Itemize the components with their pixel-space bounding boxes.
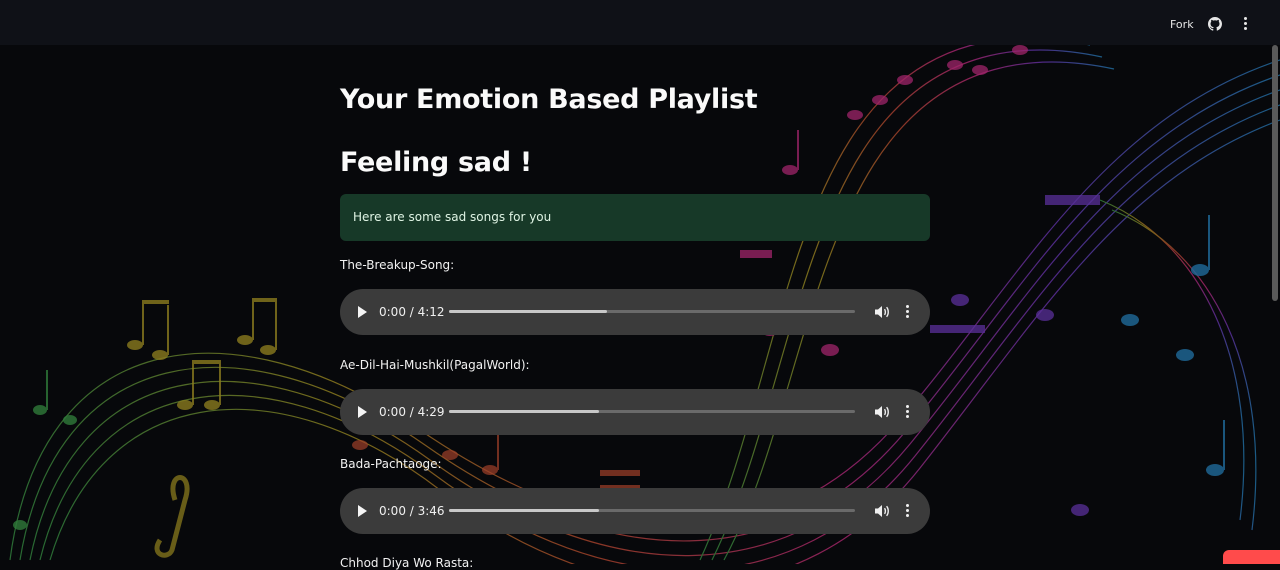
more-options-icon[interactable] xyxy=(905,504,911,518)
seek-fill xyxy=(449,509,600,512)
play-icon[interactable] xyxy=(358,306,367,318)
more-options-icon[interactable] xyxy=(905,305,911,319)
audio-player[interactable]: 0:00 / 3:46 xyxy=(340,488,930,534)
play-icon[interactable] xyxy=(358,505,367,517)
audio-player[interactable]: 0:00 / 4:29 xyxy=(340,389,930,435)
github-icon[interactable] xyxy=(1208,17,1222,31)
more-options-icon[interactable] xyxy=(905,405,911,419)
seek-bar[interactable] xyxy=(449,310,855,313)
song-label: Ae-Dil-Hai-Mushkil(PagalWorld): xyxy=(340,358,530,372)
seek-fill xyxy=(449,310,608,313)
song-label: The-Breakup-Song: xyxy=(340,258,455,272)
time-readout: 0:00 / 4:29 xyxy=(379,405,445,419)
time-readout: 0:00 / 3:46 xyxy=(379,504,445,518)
kebab-menu-icon[interactable] xyxy=(1239,17,1251,31)
audio-player[interactable]: 0:00 / 4:12 xyxy=(340,289,930,335)
play-icon[interactable] xyxy=(358,406,367,418)
success-alert: Here are some sad songs for you xyxy=(340,194,930,241)
fork-link[interactable]: Fork xyxy=(1170,18,1194,31)
song-label: Bada-Pachtaoge: xyxy=(340,457,442,471)
seek-bar[interactable] xyxy=(449,509,855,512)
alert-text: Here are some sad songs for you xyxy=(353,210,552,224)
volume-icon[interactable] xyxy=(874,404,890,420)
status-widget[interactable] xyxy=(1223,550,1280,564)
volume-icon[interactable] xyxy=(874,503,890,519)
top-toolbar: Fork xyxy=(0,0,1280,45)
song-label: Chhod Diya Wo Rasta: xyxy=(340,556,474,570)
volume-icon[interactable] xyxy=(874,304,890,320)
emotion-heading: Feeling sad ! xyxy=(340,147,532,178)
seek-fill xyxy=(449,410,600,413)
page-title: Your Emotion Based Playlist xyxy=(340,84,758,115)
time-readout: 0:00 / 4:12 xyxy=(379,305,445,319)
page-scrollbar[interactable] xyxy=(1272,45,1278,301)
seek-bar[interactable] xyxy=(449,410,855,413)
